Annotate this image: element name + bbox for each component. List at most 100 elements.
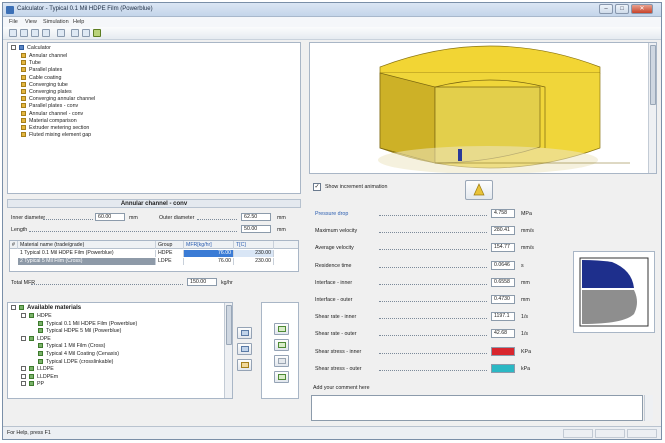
save-as-icon[interactable] — [42, 29, 50, 37]
dotline — [379, 335, 487, 337]
menu-view[interactable]: View — [25, 19, 37, 25]
row-temp[interactable]: 230.00 — [234, 250, 274, 257]
delete-row-button[interactable] — [274, 371, 289, 383]
material-group-icon — [29, 313, 34, 319]
row-name: 2 Typical 5 Mil Film (Cross) — [18, 258, 156, 265]
open-icon[interactable] — [20, 29, 28, 37]
calculate-icon[interactable] — [93, 29, 101, 37]
material-group[interactable]: LLDPE — [21, 366, 54, 373]
scroll-thumb[interactable] — [226, 305, 232, 345]
dotline — [379, 318, 487, 320]
status-pane — [627, 429, 657, 438]
ring-marker — [458, 149, 462, 161]
save-icon[interactable] — [31, 29, 39, 37]
edit-material-button[interactable] — [237, 359, 252, 371]
result-label: Shear rate - inner — [315, 314, 357, 321]
outer-diameter-input[interactable]: 62.50 — [241, 213, 271, 221]
tree-item-label: Converging tube — [29, 81, 68, 88]
material-group-icon — [29, 373, 34, 379]
comment-scrollbar[interactable] — [644, 395, 653, 421]
table-row[interactable]: 2 Typical 5 Mil Film (Cross) LDPE 76.00 … — [10, 258, 298, 265]
row-mfr[interactable]: 76.00 — [184, 250, 234, 257]
menu-file[interactable]: File — [9, 19, 18, 25]
result-unit: mm — [521, 297, 530, 303]
folder-icon — [21, 89, 26, 95]
delete-row-icon — [278, 374, 286, 380]
comment-textarea[interactable] — [311, 395, 643, 421]
material-action-buttons — [235, 323, 257, 393]
results-panel: Pressure drop 4.758 MPa Maximum velocity 280… — [309, 206, 557, 378]
row-mfr[interactable]: 76.00 — [184, 258, 234, 265]
material-group[interactable]: LDPE — [21, 336, 51, 343]
tree-item[interactable]: Converging annular channel — [21, 96, 95, 103]
result-unit: 1/s — [521, 314, 529, 321]
close-button[interactable]: ✕ — [631, 4, 653, 14]
material-item[interactable]: Typical HDPE 5 Mil (Powerblue) — [38, 328, 121, 335]
print-icon[interactable] — [57, 29, 65, 37]
app-window: Calculator - Typical 0.1 Mil HDPE Film (… — [2, 2, 662, 440]
available-materials-root[interactable]: Available materials — [11, 305, 81, 312]
maximize-button[interactable]: □ — [615, 4, 629, 14]
total-mfr-input[interactable]: 150.00 — [187, 278, 217, 286]
tree-root[interactable]: Calculator — [11, 45, 51, 52]
new-icon[interactable] — [9, 29, 17, 37]
tree-item[interactable]: Parallel plates — [21, 67, 62, 74]
tree-item[interactable]: Fluted mixing element gap — [21, 132, 91, 139]
row-name: 1 Typical 0.1 Mil HDPE Film (Powerblue) — [18, 250, 156, 257]
result-value — [491, 346, 515, 356]
move-row-down-button[interactable] — [274, 355, 289, 367]
tree-item[interactable]: Tube — [21, 60, 41, 67]
geometry-3d-view[interactable] — [309, 42, 657, 174]
material-item[interactable]: Typical 1 Mil Film (Cross) — [38, 343, 105, 350]
row-temp[interactable]: 230.00 — [234, 258, 274, 265]
scroll-thumb[interactable] — [650, 45, 656, 105]
report-icon[interactable] — [82, 29, 90, 37]
velocity-profile-view — [573, 251, 655, 333]
inner-diameter-input[interactable]: 60.00 — [95, 213, 125, 221]
collapse-icon — [21, 335, 26, 341]
material-group[interactable]: LLDPEm — [21, 374, 58, 381]
ring-base-shadow — [378, 146, 598, 173]
tree-item[interactable]: Material comparison — [21, 118, 77, 125]
tree-item-label: Fluted mixing element gap — [29, 132, 92, 139]
tree-item[interactable]: Annular channel - conv — [21, 111, 83, 118]
material-item[interactable]: Typical 0.1 Mil HDPE Film (Powerblue) — [38, 321, 137, 328]
result-value — [491, 363, 515, 373]
material-item[interactable]: Typical LDPE (crosslinkable) — [38, 359, 113, 366]
minimize-button[interactable]: – — [599, 4, 613, 14]
tree-item[interactable]: Extruder metering section — [21, 125, 89, 132]
animate-icon — [473, 183, 485, 196]
material-group[interactable]: PP — [21, 381, 44, 388]
tree-item[interactable]: Parallel plates - conv — [21, 103, 78, 110]
move-row-up-button[interactable] — [274, 339, 289, 351]
result-value: 4.758 — [491, 209, 515, 218]
folder-icon — [21, 117, 26, 123]
table-row[interactable]: 1 Typical 0.1 Mil HDPE Film (Powerblue) … — [10, 250, 298, 257]
insert-row-button[interactable] — [274, 323, 289, 335]
folder-icon — [21, 125, 26, 131]
result-value: 0.6558 — [491, 277, 515, 287]
animate-button[interactable] — [465, 180, 493, 200]
tree-item[interactable]: Annular channel — [21, 53, 67, 60]
tree-item[interactable]: Converging plates — [21, 89, 72, 96]
tree-item-label: Tube — [29, 60, 41, 67]
replace-material-button[interactable] — [237, 343, 252, 355]
menu-simulation[interactable]: Simulation — [43, 19, 69, 25]
result-label: Pressure drop — [315, 211, 349, 217]
folder-icon — [21, 53, 26, 59]
material-item[interactable]: Typical 4 Mil Coating (Cenaxis) — [38, 351, 119, 358]
toolbar — [3, 27, 661, 40]
materials-scrollbar[interactable] — [224, 303, 232, 398]
table-header: # Material name (trade/grade) Group MFR[… — [10, 241, 298, 249]
add-material-button[interactable] — [237, 327, 252, 339]
result-unit: mm — [521, 279, 530, 286]
view-scrollbar[interactable] — [648, 43, 656, 173]
menu-help[interactable]: Help — [73, 19, 84, 25]
length-input[interactable]: 50.00 — [241, 225, 271, 233]
export-icon[interactable] — [71, 29, 79, 37]
tree-item[interactable]: Cable coating — [21, 75, 61, 82]
tree-item[interactable]: Converging tube — [21, 82, 68, 89]
show-animation-checkbox[interactable]: ✓ — [313, 183, 321, 191]
material-group[interactable]: HDPE — [21, 313, 52, 320]
row-material-name: Typical 5 Mil Film (Cross) — [24, 258, 83, 264]
